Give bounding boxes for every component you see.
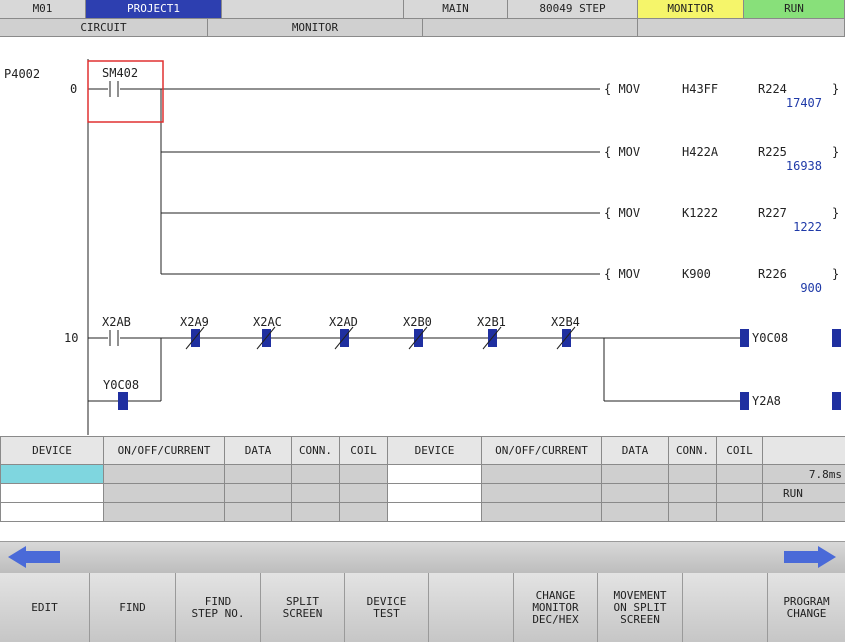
col-coil-1: COIL xyxy=(339,436,388,465)
mov-inst-3[interactable]: { MOV xyxy=(604,206,640,220)
device-input-5[interactable] xyxy=(0,502,104,522)
circuit-tab[interactable]: CIRCUIT xyxy=(0,19,208,37)
ladder-diagram xyxy=(87,59,841,435)
mov-dst-1: R224 xyxy=(758,82,787,96)
mov-value-2: 16938 xyxy=(785,159,822,173)
mov-inst-4[interactable]: { MOV xyxy=(604,267,640,281)
col-onoff-2: ON/OFF/CURRENT xyxy=(481,436,602,465)
device-input-2[interactable] xyxy=(387,464,482,484)
blank-key-1[interactable] xyxy=(429,573,514,642)
table-row: RUN xyxy=(0,483,845,503)
change-monitor-dec-hex-button[interactable]: CHANGE MONITOR DEC/HEX xyxy=(514,573,598,642)
contact-label-x2b4[interactable]: X2B4 xyxy=(551,315,580,329)
mov-value-1: 17407 xyxy=(785,96,822,110)
find-button[interactable]: FIND xyxy=(90,573,176,642)
monitor-tab[interactable]: MONITOR xyxy=(208,19,423,37)
mov-value-3: 1222 xyxy=(793,220,822,234)
col-device-1: DEVICE xyxy=(0,436,104,465)
contact-label-x2ab[interactable]: X2AB xyxy=(102,315,131,329)
previous-arrow-icon[interactable] xyxy=(8,546,60,568)
col-onoff-1: ON/OFF/CURRENT xyxy=(103,436,225,465)
mov-bracket-4: } xyxy=(832,267,840,281)
coil-y2a8-marker xyxy=(740,392,749,410)
mov-src-1: H43FF xyxy=(682,82,719,96)
col-conn-2: CONN. xyxy=(668,436,717,465)
col-data-1: DATA xyxy=(224,436,292,465)
table-header-row: DEVICE ON/OFF/CURRENT DATA CONN. COIL DE… xyxy=(0,436,845,465)
mov-inst-2[interactable]: { MOV xyxy=(604,145,640,159)
subheader-blank-right xyxy=(638,19,845,37)
coil-y0c08-end xyxy=(832,329,841,347)
mov-src-3: K1222 xyxy=(682,206,719,220)
mov-src-2: H422A xyxy=(682,145,719,159)
pointer-label: P4002 xyxy=(4,67,41,81)
device-input-4[interactable] xyxy=(387,483,482,503)
split-screen-button[interactable]: SPLIT SCREEN xyxy=(261,573,345,642)
contact-label-y0c08[interactable]: Y0C08 xyxy=(103,378,139,392)
device-input-6[interactable] xyxy=(387,502,482,522)
col-status-header xyxy=(762,436,845,465)
mov-src-4: K900 xyxy=(682,267,711,281)
mov-bracket-3: } xyxy=(832,206,840,220)
mov-dst-2: R225 xyxy=(758,145,787,159)
table-row xyxy=(0,502,845,522)
coil-label-y0c08[interactable]: Y0C08 xyxy=(752,331,788,345)
device-input-1[interactable] xyxy=(0,464,104,484)
program-name: MAIN xyxy=(404,0,508,19)
contact-label-sm402[interactable]: SM402 xyxy=(102,66,138,80)
step-number-10: 10 xyxy=(64,331,79,345)
project-name: PROJECT1 xyxy=(86,0,222,19)
step-number-0: 0 xyxy=(70,82,78,96)
next-arrow-icon[interactable] xyxy=(784,546,836,568)
scan-time: 7.8ms xyxy=(762,464,845,484)
mov-bracket-2: } xyxy=(832,145,840,159)
mov-value-4: 900 xyxy=(800,281,822,295)
rung-10 xyxy=(88,326,841,410)
device-input-3[interactable] xyxy=(0,483,104,503)
step-count: 80049 STEP xyxy=(508,0,638,19)
col-coil-2: COIL xyxy=(716,436,763,465)
col-device-2: DEVICE xyxy=(387,436,482,465)
mov-dst-4: R226 xyxy=(758,267,787,281)
contact-label-x2a9[interactable]: X2A9 xyxy=(180,315,209,329)
find-step-no-button[interactable]: FIND STEP NO. xyxy=(176,573,261,642)
table-row: 7.8ms xyxy=(0,464,845,484)
mov-bracket-1: } xyxy=(832,82,840,96)
program-change-button[interactable]: PROGRAM CHANGE xyxy=(768,573,845,642)
coil-label-y2a8[interactable]: Y2A8 xyxy=(752,394,781,408)
device-test-button[interactable]: DEVICE TEST xyxy=(345,573,429,642)
coil-y2a8-end xyxy=(832,392,841,410)
monitor-mode-badge: MONITOR xyxy=(638,0,744,19)
contact-label-x2b1[interactable]: X2B1 xyxy=(477,315,506,329)
device-monitor-table: DEVICE ON/OFF/CURRENT DATA CONN. COIL DE… xyxy=(0,436,845,522)
nav-arrow-bar xyxy=(0,541,845,573)
contact-label-x2ac[interactable]: X2AC xyxy=(253,315,282,329)
machine-label: M01 xyxy=(0,0,86,19)
rung-0 xyxy=(87,60,600,275)
contact-y0c08 xyxy=(118,392,128,410)
blank-key-2[interactable] xyxy=(683,573,768,642)
run-state-badge: RUN xyxy=(744,0,845,19)
plc-status: RUN xyxy=(762,483,845,503)
header-blank xyxy=(222,0,404,19)
subheader-blank xyxy=(423,19,638,37)
contact-label-x2b0[interactable]: X2B0 xyxy=(403,315,432,329)
col-data-2: DATA xyxy=(601,436,669,465)
coil-y0c08-marker xyxy=(740,329,749,347)
contact-label-x2ad[interactable]: X2AD xyxy=(329,315,358,329)
mov-dst-3: R227 xyxy=(758,206,787,220)
mov-inst-1[interactable]: { MOV xyxy=(604,82,640,96)
movement-on-split-screen-button[interactable]: MOVEMENT ON SPLIT SCREEN xyxy=(598,573,683,642)
col-conn-1: CONN. xyxy=(291,436,340,465)
edit-button[interactable]: EDIT xyxy=(0,573,90,642)
